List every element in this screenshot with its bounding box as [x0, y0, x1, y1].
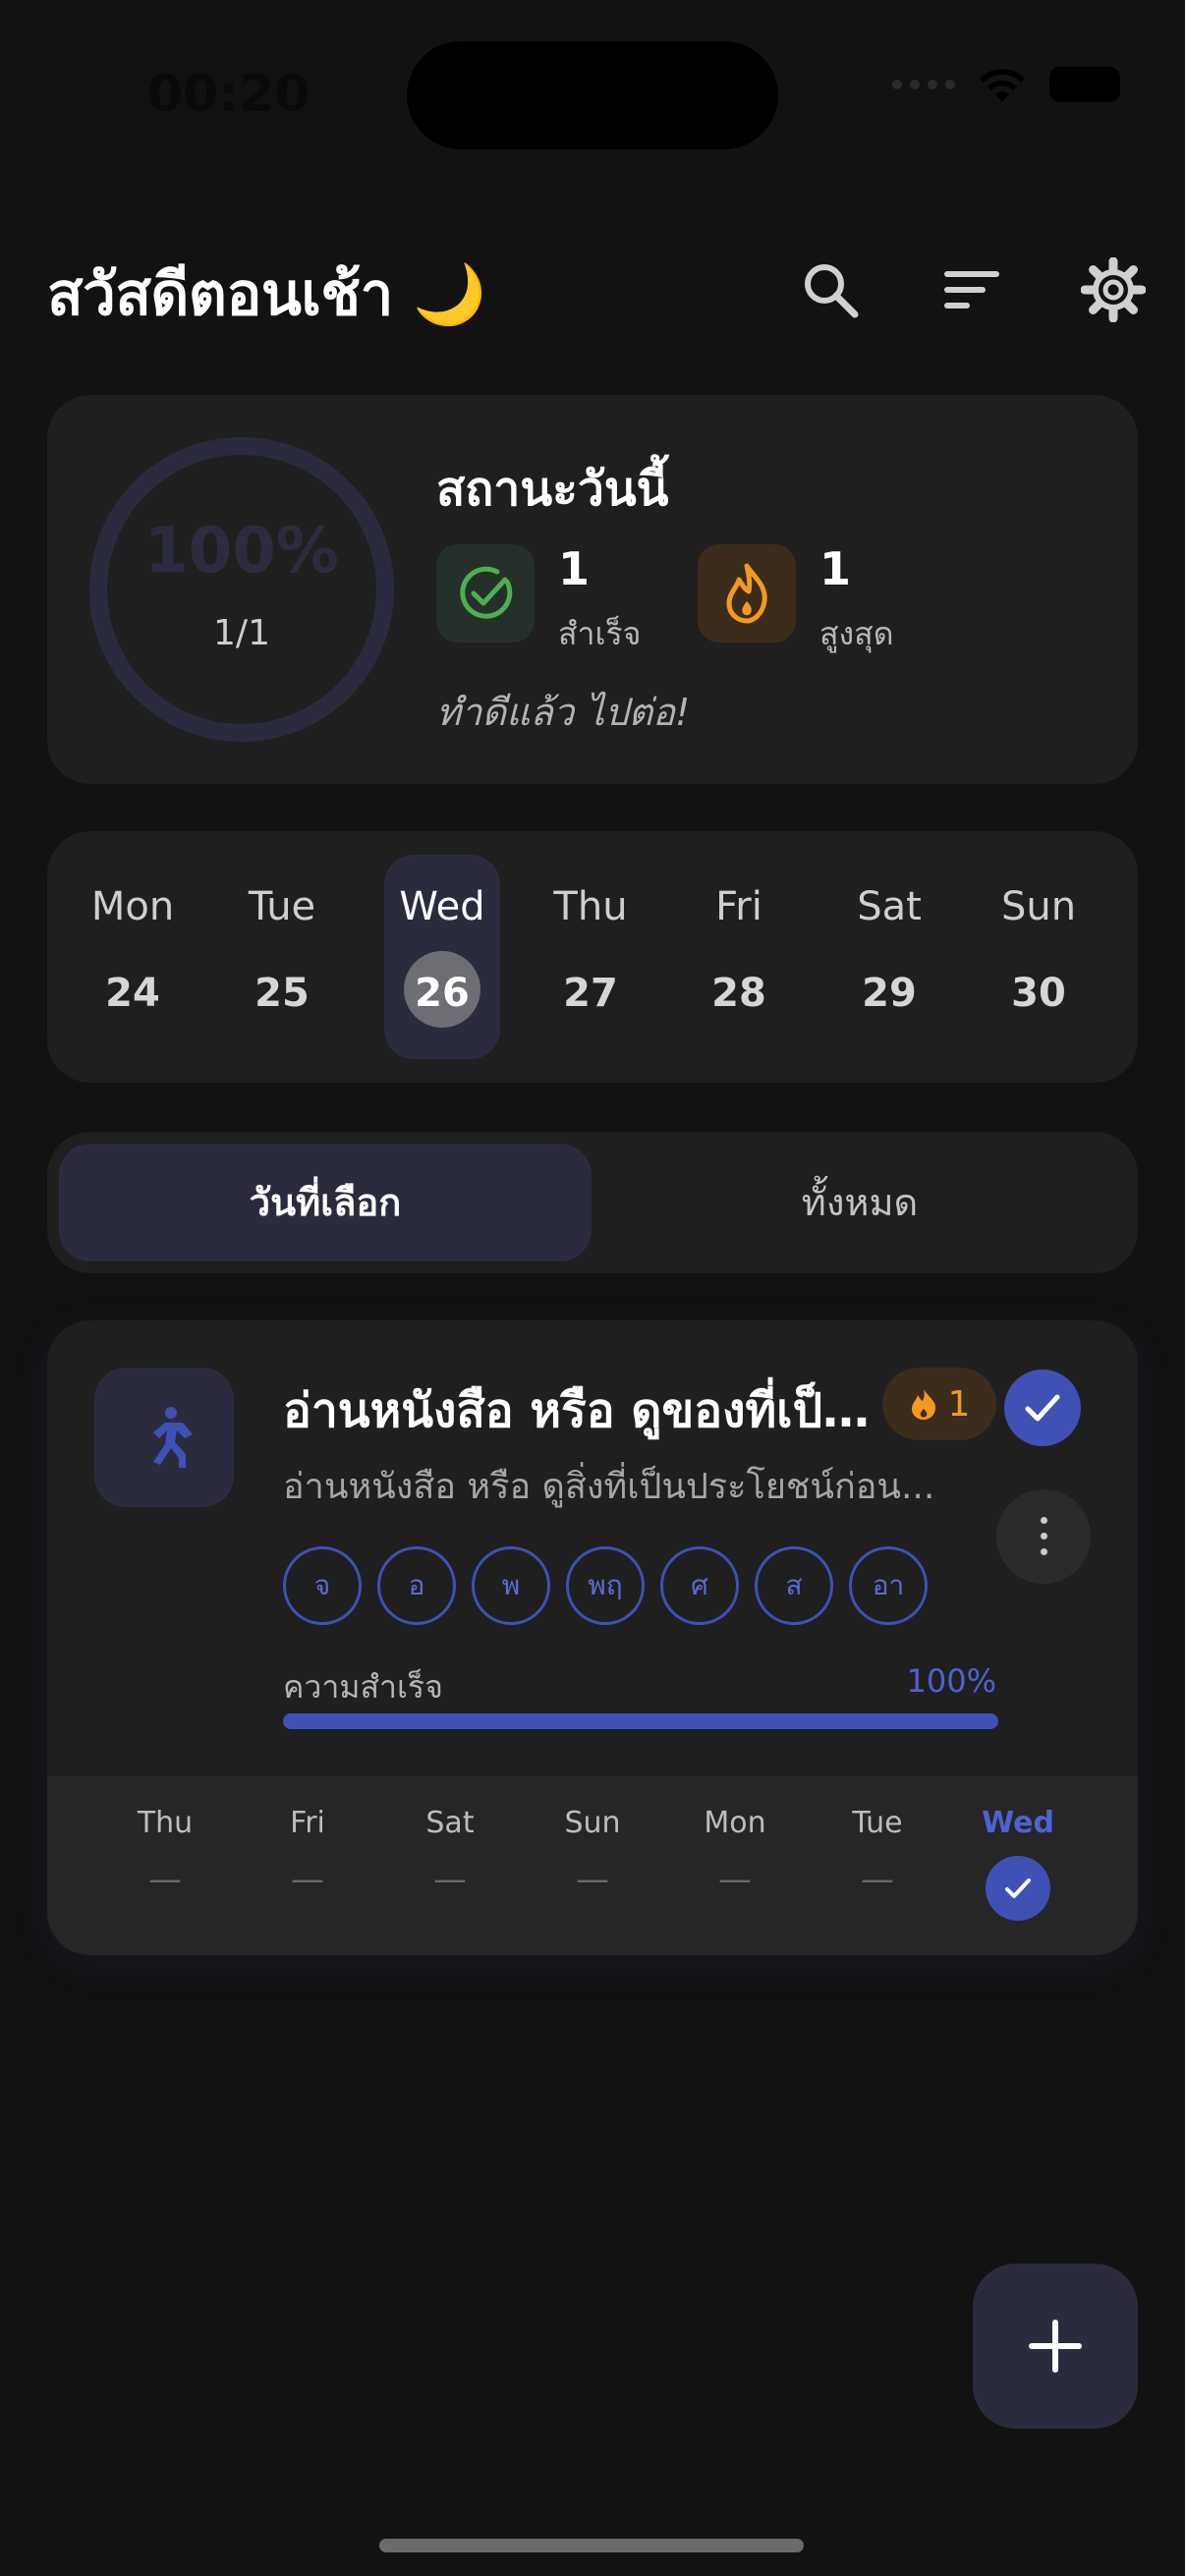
status-time: 00:20 [147, 65, 310, 124]
history-day-name: Sat [425, 1806, 475, 1840]
day-name: Tue [248, 884, 316, 929]
wifi-icon [980, 69, 1025, 102]
history-check-icon [986, 1856, 1050, 1921]
day-number: 30 [1011, 971, 1066, 1016]
progress-percent: 100% [906, 1662, 996, 1700]
motivation-message: ทำดีแล้ว ไปต่อ! [436, 691, 691, 734]
weekday-chip: พ [472, 1546, 550, 1625]
more-options-icon[interactable] [996, 1489, 1091, 1584]
week-selector: Mon 24 Tue 25 Wed 26 Thu 27 Fri 28 Sat 2… [47, 831, 1138, 1083]
history-mark: — [861, 1860, 894, 1899]
battery-icon [1049, 67, 1120, 102]
signal-icon [892, 80, 955, 89]
day-mon[interactable]: Mon 24 [75, 855, 191, 1059]
habit-card[interactable]: อ่านหนังสือ หรือ ดูของที่เป็... 1 อ่านหน… [47, 1320, 1138, 1955]
search-icon[interactable] [798, 257, 863, 322]
day-name: Thu [553, 884, 628, 929]
completed-label: สำเร็จ [558, 615, 642, 652]
complete-check-button[interactable] [1004, 1370, 1081, 1446]
day-sun[interactable]: Sun 30 [981, 855, 1097, 1059]
history-day-name: Wed [982, 1806, 1054, 1840]
day-thu[interactable]: Thu 27 [533, 855, 649, 1059]
history-day: Mon — [686, 1806, 784, 1899]
filter-tabs: วันที่เลือก ทั้งหมด [47, 1132, 1138, 1273]
weekday-chip: ศ [660, 1546, 739, 1625]
progress-bar [283, 1713, 998, 1729]
history-day: Sun — [543, 1806, 642, 1899]
plus-icon [1029, 2320, 1082, 2373]
history-day-today[interactable]: Wed [969, 1806, 1067, 1921]
day-number: 25 [254, 971, 310, 1016]
history-mark: — [576, 1860, 609, 1899]
history-mark: — [148, 1860, 182, 1899]
best-streak-count: 1 [819, 542, 852, 595]
day-number: 26 [415, 971, 470, 1016]
weekday-chip: พฤ [566, 1546, 645, 1625]
tab-selected-day[interactable]: วันที่เลือก [59, 1144, 592, 1261]
weekday-chip: อ [377, 1546, 456, 1625]
best-streak-label: สูงสุด [819, 615, 894, 652]
history-day-name: Thu [137, 1806, 194, 1840]
day-number: 27 [563, 971, 618, 1016]
habit-description: อ่านหนังสือ หรือ ดูสิ่งที่เป็นประโยชน์ก่… [283, 1467, 935, 1507]
history-mark: — [291, 1860, 324, 1899]
habit-title: อ่านหนังสือ หรือ ดูของที่เป็... [283, 1383, 873, 1438]
history-day-name: Fri [290, 1806, 325, 1840]
greeting-title: สวัสดีตอนเช้า 🌙 [47, 260, 486, 329]
history-day-name: Tue [852, 1806, 903, 1840]
weekday-chip: อา [849, 1546, 928, 1625]
dynamic-island [407, 41, 778, 149]
day-number: 28 [711, 971, 766, 1016]
history-day-name: Sun [564, 1806, 621, 1840]
history-day: Tue — [828, 1806, 927, 1899]
home-indicator[interactable] [379, 2539, 804, 2552]
status-icons [892, 65, 1120, 104]
progress-ring [89, 437, 394, 742]
history-mark: — [433, 1860, 467, 1899]
fire-icon [911, 1389, 935, 1420]
day-name: Sun [1000, 884, 1077, 929]
progress-bar-fill [283, 1713, 998, 1729]
history-day-name: Mon [704, 1806, 766, 1840]
progress-label: ความสำเร็จ [283, 1668, 443, 1706]
history-mark: — [718, 1860, 752, 1899]
streak-fire-icon [698, 544, 796, 643]
ring-percent: 100% [144, 515, 339, 588]
tab-all[interactable]: ทั้งหมด [593, 1144, 1126, 1261]
run-icon [94, 1368, 234, 1507]
add-habit-button[interactable] [973, 2264, 1138, 2429]
habit-streak-count: 1 [947, 1383, 971, 1425]
day-name: Fri [715, 884, 762, 929]
settings-gear-icon[interactable] [1080, 256, 1147, 323]
status-title: สถานะวันนี้ [436, 462, 669, 517]
history-day: Thu — [116, 1806, 214, 1899]
day-wed-selected[interactable]: Wed 26 [384, 855, 500, 1059]
history-day: Fri — [258, 1806, 357, 1899]
history-day: Sat — [401, 1806, 499, 1899]
day-sat[interactable]: Sat 29 [831, 855, 947, 1059]
day-name: Mon [90, 884, 175, 929]
day-number: 24 [105, 971, 160, 1016]
day-name: Wed [399, 884, 485, 929]
completed-count: 1 [558, 542, 591, 595]
habit-streak-badge: 1 [882, 1368, 996, 1440]
ring-fraction: 1/1 [213, 613, 270, 653]
weekday-chip: จ [283, 1546, 362, 1625]
day-tue[interactable]: Tue 25 [224, 855, 340, 1059]
day-name: Sat [857, 884, 922, 929]
weekday-chip: ส [755, 1546, 833, 1625]
today-status-card: 100% 1/1 สถานะวันนี้ 1 สำเร็จ 1 สูงสุด ท… [47, 395, 1138, 784]
day-number: 29 [862, 971, 917, 1016]
completed-check-icon [436, 544, 535, 643]
filter-sort-icon[interactable] [939, 257, 1004, 322]
day-fri[interactable]: Fri 28 [681, 855, 797, 1059]
habit-history-row: Thu — Fri — Sat — Sun — Mon — Tue — Wed [47, 1776, 1138, 1955]
